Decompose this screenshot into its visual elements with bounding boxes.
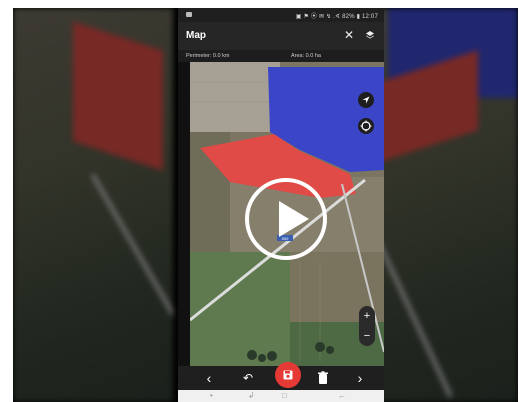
video-play-button[interactable]	[245, 178, 327, 260]
navigation-arrow-icon	[362, 96, 370, 104]
area-readout: Area: 0.0 ha	[291, 53, 321, 59]
notification-icon	[186, 12, 192, 17]
layers-icon[interactable]	[365, 30, 375, 40]
status-bar-text: ▣ ⚑ ⦿ ✉ ↯ .∢ 82% ▮ 12:07	[295, 14, 378, 20]
undo-button[interactable]: ↶	[240, 366, 256, 390]
zoom-control: + −	[359, 306, 375, 346]
save-button[interactable]	[275, 362, 301, 388]
delete-icon[interactable]	[317, 371, 329, 385]
perimeter-readout: Perimeter: 0.0 km	[186, 53, 230, 59]
my-location-button[interactable]	[358, 92, 374, 108]
zoom-in-button[interactable]: +	[359, 306, 375, 326]
zoom-out-button[interactable]: −	[359, 326, 375, 346]
measurement-bar: Perimeter: 0.0 km Area: 0.0 ha	[178, 50, 384, 62]
blurred-background-left	[13, 8, 173, 402]
nav-back-icon[interactable]: ←	[338, 391, 346, 400]
android-nav-bar: • ↲ □ ←	[178, 390, 384, 402]
bottom-toolbar: ‹ ↶ ›	[178, 362, 384, 390]
nav-tasks-icon[interactable]: ↲	[248, 391, 255, 400]
play-icon	[279, 201, 309, 237]
next-button[interactable]: ›	[353, 366, 367, 390]
close-icon[interactable]: ✕	[344, 28, 354, 42]
crosshair-icon	[360, 120, 372, 132]
video-frame: ▣ ⚑ ⦿ ✉ ↯ .∢ 82% ▮ 12:07 Map ✕ Perimeter…	[13, 8, 518, 402]
app-bar: Map ✕	[178, 22, 384, 50]
blurred-background-right	[368, 8, 518, 402]
previous-button[interactable]: ‹	[202, 366, 216, 390]
fullscreen-button[interactable]	[358, 118, 374, 134]
status-bar: ▣ ⚑ ⦿ ✉ ↯ .∢ 82% ▮ 12:07	[178, 8, 384, 22]
page-title: Map	[186, 30, 206, 41]
nav-home-dot-icon[interactable]: •	[210, 391, 213, 400]
nav-recent-icon[interactable]: □	[282, 391, 287, 400]
save-icon	[283, 370, 293, 380]
